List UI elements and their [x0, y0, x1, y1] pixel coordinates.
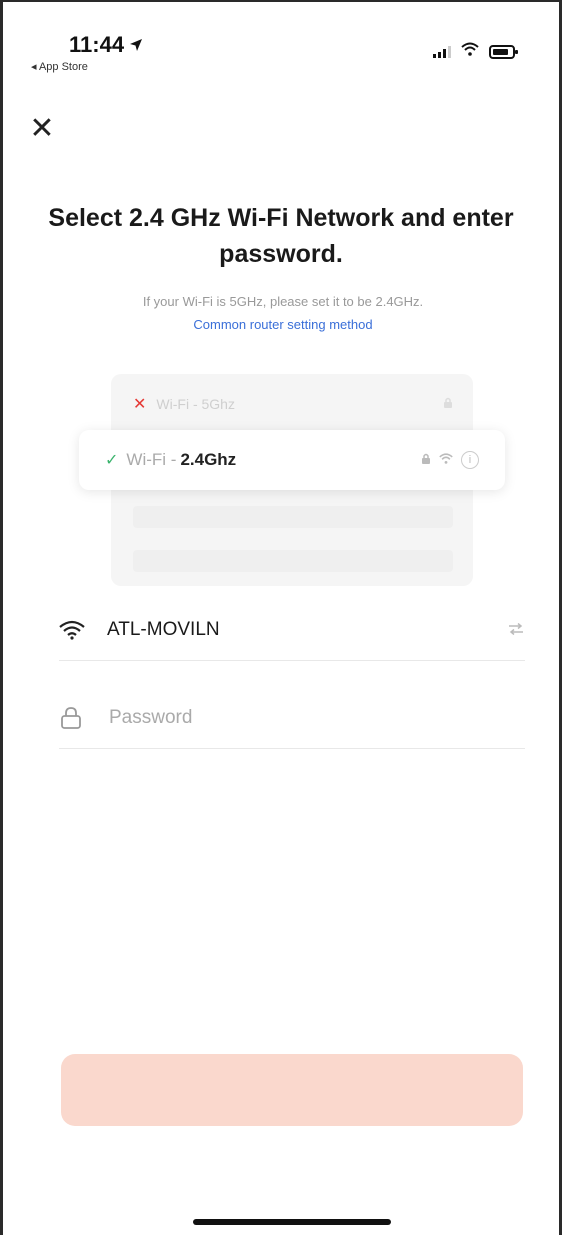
- wifi-icon: [439, 453, 453, 467]
- lock-icon: [59, 706, 93, 730]
- wifi-icon: [59, 620, 93, 640]
- illustration-24ghz-prefix: Wi-Fi -: [126, 450, 177, 469]
- home-indicator: [193, 1219, 391, 1225]
- band-hint-text: If your Wi-Fi is 5GHz, please set it to …: [142, 294, 424, 309]
- wifi-network-field[interactable]: ATL-MOVILN: [59, 600, 525, 661]
- illustration-24ghz-band: 2.4Ghz: [180, 450, 237, 469]
- switch-network-icon[interactable]: [507, 622, 525, 638]
- back-to-app-store-link[interactable]: ◂ App Store: [31, 60, 88, 73]
- illustration-5ghz-label: Wi-Fi - 5Ghz: [156, 396, 235, 412]
- router-setting-method-link[interactable]: Common router setting method: [33, 317, 533, 332]
- status-time: 11:44: [69, 32, 143, 58]
- x-mark-icon: ✕: [133, 396, 147, 413]
- illustration-row-5ghz: ✕ Wi-Fi - 5Ghz: [133, 390, 453, 418]
- wifi-icon: [461, 42, 479, 61]
- wifi-ssid-value: ATL-MOVILN: [107, 619, 220, 640]
- check-mark-icon: ✓: [105, 452, 119, 469]
- lock-icon: [443, 397, 453, 412]
- illustration-row-icons: i: [421, 451, 479, 469]
- page-title: Select 2.4 GHz Wi-Fi Network and enter p…: [48, 204, 514, 268]
- status-time-text: 11:44: [69, 32, 125, 57]
- wifi-setup-screen: 11:44 ◂ App Store ✕ Select 2.4 GHz Wi-Fi…: [0, 0, 562, 1235]
- location-arrow-icon: [129, 32, 143, 58]
- illustration-placeholder-row: [133, 506, 453, 528]
- status-indicators: [433, 42, 518, 61]
- illustration-placeholder-row: [133, 550, 453, 572]
- lock-icon: [421, 453, 431, 468]
- next-button[interactable]: [61, 1054, 523, 1126]
- password-field[interactable]: [59, 688, 525, 749]
- info-icon: i: [461, 451, 479, 469]
- password-input[interactable]: [107, 706, 471, 730]
- close-icon[interactable]: ✕: [27, 114, 57, 144]
- signal-icon: [433, 45, 451, 58]
- battery-icon: [489, 44, 518, 59]
- illustration-row-24ghz: ✓ Wi-Fi - 2.4Ghz i: [79, 430, 505, 490]
